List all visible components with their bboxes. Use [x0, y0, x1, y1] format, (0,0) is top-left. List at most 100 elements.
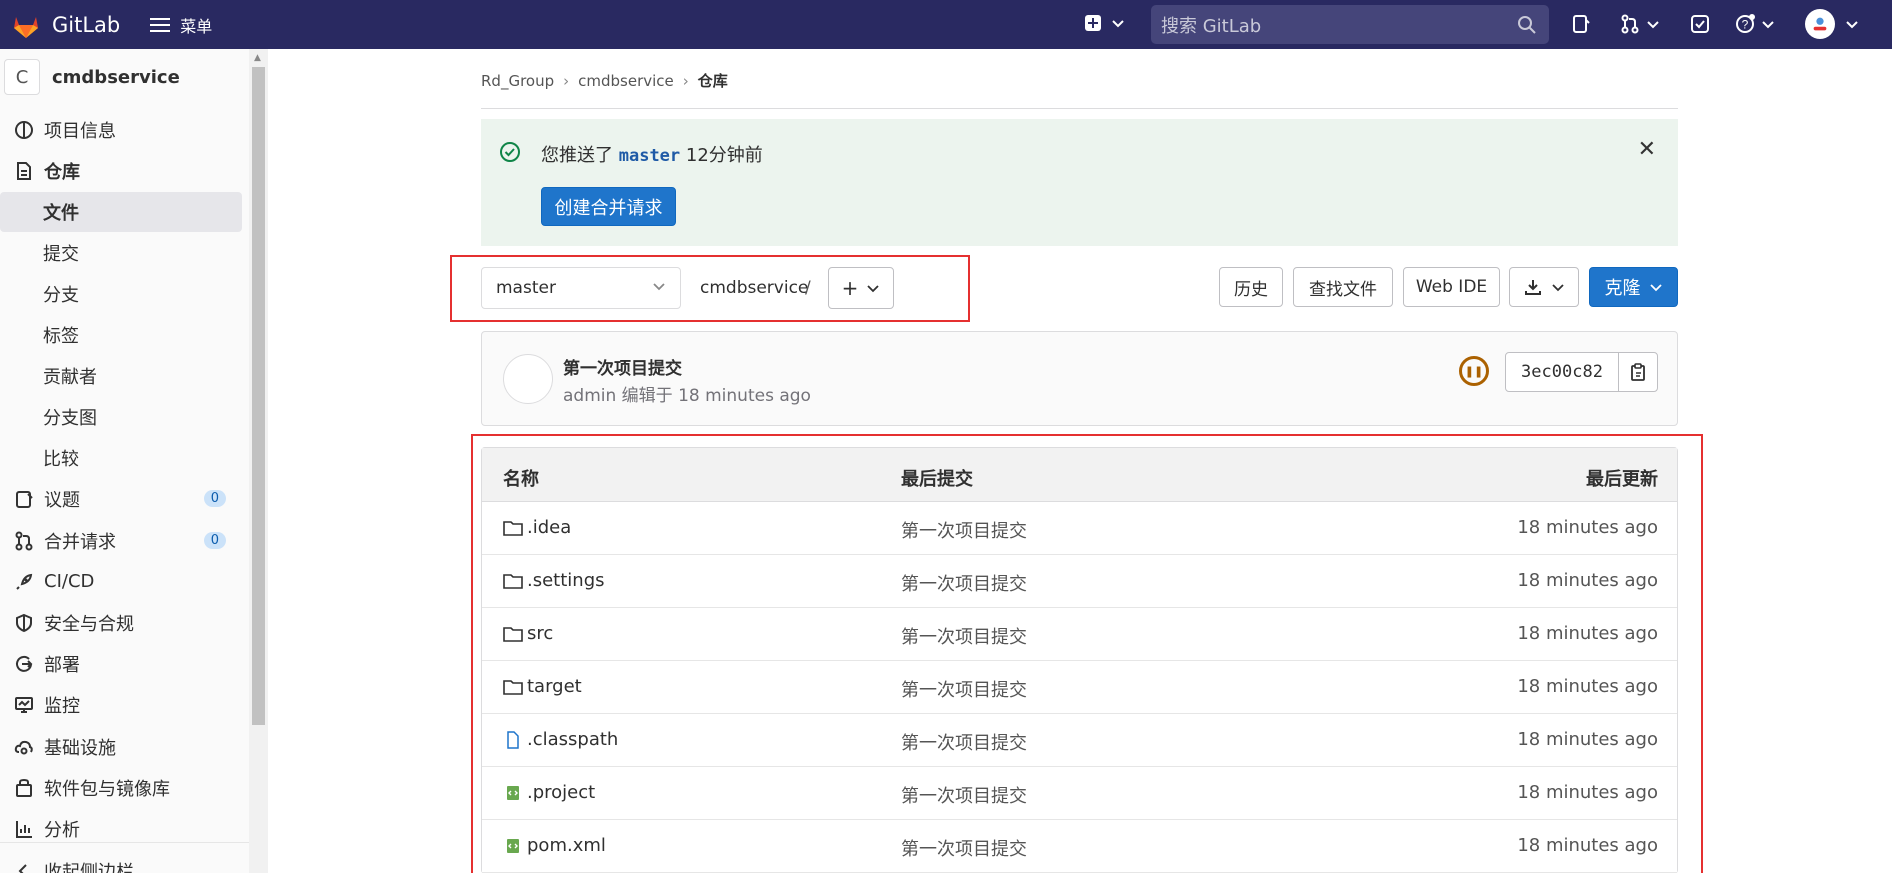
repo-path[interactable]: cmdbservice [700, 278, 808, 298]
last-commit-message[interactable]: 第一次项目提交 [901, 570, 1027, 596]
commit-title[interactable]: 第一次项目提交 [563, 354, 682, 379]
table-row[interactable]: src 第一次项目提交 18 minutes ago [482, 608, 1677, 661]
column-header-name: 名称 [503, 469, 539, 490]
sidebar-item-monitor[interactable]: 监控 [0, 685, 242, 724]
xml-file-icon [507, 785, 519, 800]
issues-icon [1573, 15, 1590, 33]
breadcrumb-current[interactable]: 仓库 [698, 70, 728, 91]
monitor-icon [12, 695, 36, 715]
search-input[interactable]: 搜索 GitLab [1151, 5, 1549, 44]
project-header[interactable]: C cmdbservice [4, 59, 180, 95]
user-menu[interactable] [1805, 9, 1859, 39]
sidebar-subitem-tags[interactable]: 标签 [0, 315, 242, 355]
file-name-link[interactable]: pom.xml [503, 835, 606, 856]
sidebar-subitem-commits[interactable]: 提交 [0, 233, 242, 273]
table-row[interactable]: .idea 第一次项目提交 18 minutes ago [482, 502, 1677, 555]
push-alert-message: 您推送了 master 12分钟前 [541, 141, 763, 167]
chevron-down-icon [1647, 21, 1659, 29]
file-name-link[interactable]: target [503, 676, 582, 697]
breadcrumb-project[interactable]: cmdbservice [578, 72, 674, 90]
new-dropdown[interactable] [1083, 13, 1125, 33]
table-row[interactable]: .classpath 第一次项目提交 18 minutes ago [482, 714, 1677, 767]
header-divider [481, 108, 1678, 109]
search-icon [1518, 16, 1536, 34]
shield-icon [12, 613, 36, 633]
scrollbar-thumb[interactable] [252, 67, 265, 725]
push-alert-prefix: 您推送了 [541, 145, 613, 166]
issues-count-badge: 0 [203, 490, 226, 507]
sidebar-item-infrastructure[interactable]: 基础设施 [0, 727, 242, 766]
sidebar-item-project-info[interactable]: 项目信息 [0, 110, 242, 149]
file-name: .settings [527, 570, 605, 591]
search-placeholder: 搜索 GitLab [1161, 15, 1262, 37]
last-update-time: 18 minutes ago [1517, 782, 1658, 803]
todos-nav-button[interactable] [1690, 14, 1710, 34]
sidebar-subitem-contributors[interactable]: 贡献者 [0, 356, 242, 396]
close-icon[interactable]: ✕ [1638, 137, 1656, 162]
download-dropdown[interactable] [1509, 267, 1579, 307]
sidebar-item-security[interactable]: 安全与合规 [0, 603, 242, 642]
check-circle-icon [500, 142, 520, 162]
issues-nav-button[interactable] [1571, 14, 1591, 34]
sidebar-item-label: 安全与合规 [44, 613, 134, 635]
sidebar-item-issues[interactable]: 议题 0 [0, 479, 242, 518]
file-name-link[interactable]: .settings [503, 570, 605, 591]
menu-button[interactable]: 菜单 [150, 13, 212, 37]
web-ide-button[interactable]: Web IDE [1403, 267, 1500, 307]
sidebar-collapse-button[interactable]: 收起侧边栏 [0, 851, 242, 873]
commit-author-avatar[interactable] [503, 354, 553, 404]
add-to-tree-dropdown[interactable]: + [828, 267, 894, 309]
copy-sha-button[interactable] [1618, 352, 1658, 392]
last-commit-message[interactable]: 第一次项目提交 [901, 729, 1027, 755]
sidebar-item-packages[interactable]: 软件包与镜像库 [0, 768, 242, 807]
merge-requests-count-badge: 0 [203, 532, 226, 549]
last-commit-message[interactable]: 第一次项目提交 [901, 623, 1027, 649]
gitlab-logo[interactable]: GitLab [10, 9, 120, 41]
push-alert-branch[interactable]: master [619, 146, 680, 166]
pipeline-paused-icon[interactable]: ❚❚ [1459, 356, 1489, 386]
sidebar-scrollbar[interactable]: ▲ [249, 49, 268, 873]
sidebar-item-label: 项目信息 [44, 120, 116, 142]
create-merge-request-button[interactable]: 创建合并请求 [541, 187, 676, 226]
chevron-down-icon [1846, 21, 1858, 29]
file-name-link[interactable]: .project [503, 782, 595, 803]
chevron-right-icon: › [682, 71, 689, 90]
last-commit-panel: 第一次项目提交 admin 编辑于 18 minutes ago ❚❚ 3ec0… [481, 331, 1678, 426]
sidebar-item-merge-requests[interactable]: 合并请求 0 [0, 521, 242, 560]
rocket-icon [12, 572, 36, 592]
scroll-up-icon[interactable]: ▲ [254, 53, 261, 63]
history-button[interactable]: 历史 [1219, 267, 1283, 307]
find-file-button[interactable]: 查找文件 [1293, 267, 1393, 307]
sidebar-subitem-graph[interactable]: 分支图 [0, 397, 242, 437]
table-row[interactable]: target 第一次项目提交 18 minutes ago [482, 661, 1677, 714]
file-name-link[interactable]: .classpath [503, 729, 618, 750]
last-commit-message[interactable]: 第一次项目提交 [901, 835, 1027, 861]
sidebar-subitem-branches[interactable]: 分支 [0, 274, 242, 314]
sidebar-item-deployments[interactable]: 部署 [0, 644, 242, 683]
branch-selector[interactable]: master [481, 267, 681, 309]
menu-label: 菜单 [180, 16, 213, 36]
sidebar-subitem-files[interactable]: 文件 [0, 192, 242, 232]
last-update-time: 18 minutes ago [1517, 676, 1658, 697]
clone-dropdown[interactable]: 克隆 [1589, 267, 1678, 307]
file-name-link[interactable]: src [503, 623, 553, 644]
last-commit-message[interactable]: 第一次项目提交 [901, 676, 1027, 702]
help-dropdown[interactable]: ? [1735, 14, 1775, 34]
last-update-time: 18 minutes ago [1517, 623, 1658, 644]
last-commit-message[interactable]: 第一次项目提交 [901, 782, 1027, 808]
breadcrumb-group[interactable]: Rd_Group [481, 72, 554, 90]
table-row[interactable]: .project 第一次项目提交 18 minutes ago [482, 767, 1677, 820]
sidebar-item-cicd[interactable]: CI/CD [0, 562, 242, 601]
commit-sha[interactable]: 3ec00c82 [1505, 352, 1619, 392]
table-row[interactable]: pom.xml 第一次项目提交 18 minutes ago [482, 820, 1677, 873]
last-commit-message[interactable]: 第一次项目提交 [901, 517, 1027, 543]
column-header-last-update: 最后更新 [1586, 469, 1658, 490]
merge-requests-nav-button[interactable] [1620, 14, 1660, 34]
folder-icon [503, 679, 523, 695]
sidebar-item-repository[interactable]: 仓库 [0, 151, 242, 190]
chevron-down-icon [1112, 20, 1124, 28]
sidebar-subitem-compare[interactable]: 比较 [0, 438, 242, 478]
file-name-link[interactable]: .idea [503, 517, 571, 538]
table-row[interactable]: .settings 第一次项目提交 18 minutes ago [482, 555, 1677, 608]
sidebar-item-label: CI/CD [44, 571, 95, 592]
